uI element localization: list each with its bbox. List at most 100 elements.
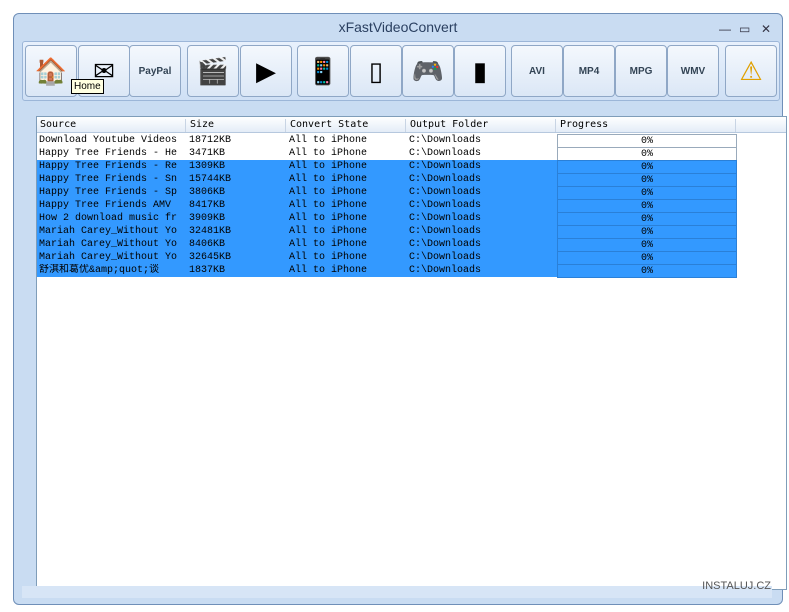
progress-bar: 0% — [557, 212, 737, 226]
cell-folder: C:\Downloads — [409, 213, 482, 224]
cell-source: Mariah Carey_Without Yo — [39, 239, 178, 250]
toolbar: 🏠 ✉ PayPal 🎬 ▶ 📱 ▯ 🎮 ▮ AVI MP4 MPG WMV ⚠ — [22, 41, 780, 101]
table-row[interactable]: Happy Tree Friends - Sp 3806KB All to iPho… — [37, 186, 737, 200]
cell-folder: C:\Downloads — [409, 174, 482, 185]
cell-source: Download Youtube Videos — [39, 135, 178, 146]
cell-state: All to iPhone — [289, 200, 368, 211]
zune-icon: ▮ — [472, 55, 488, 86]
progress-bar: 0% — [557, 251, 737, 265]
cell-size: 3806KB — [189, 187, 226, 198]
column-header-output-folder[interactable]: Output Folder — [407, 119, 556, 132]
column-header-convert-state[interactable]: Convert State — [287, 119, 406, 132]
cell-folder: C:\Downloads — [409, 135, 482, 146]
add-video-icon: 🎬 — [196, 55, 230, 86]
table-row[interactable]: Happy Tree Friends AMV 8417KB All to iPhon… — [37, 199, 737, 213]
window-title: xFastVideoConvert — [338, 19, 458, 35]
cell-size: 32481KB — [189, 226, 232, 237]
cell-size: 32645KB — [189, 252, 232, 263]
progress-bar: 0% — [557, 264, 737, 278]
progress-bar: 0% — [557, 160, 737, 174]
progress-bar: 0% — [557, 147, 737, 161]
convert-button[interactable]: ▶ — [240, 45, 292, 97]
cell-state: All to iPhone — [289, 148, 368, 159]
table-row[interactable]: Happy Tree Friends - Sn 15744KB All to iPh… — [37, 173, 737, 187]
cell-size: 15744KB — [189, 174, 232, 185]
warning-icon: ⚠ — [739, 55, 763, 86]
cell-source: Happy Tree Friends AMV — [39, 200, 172, 211]
cell-source: Mariah Carey_Without Yo — [39, 252, 178, 263]
paypal-button[interactable]: PayPal — [129, 45, 181, 97]
convert-icon: ▶ — [256, 55, 276, 86]
cell-folder: C:\Downloads — [409, 226, 482, 237]
maximize-button[interactable]: ▭ — [739, 22, 750, 36]
cell-state: All to iPhone — [289, 239, 368, 250]
wmv-button[interactable]: WMV — [667, 45, 719, 97]
list-header: Source Size Convert State Output Folder … — [37, 117, 786, 133]
cell-folder: C:\Downloads — [409, 187, 482, 198]
table-row[interactable]: Happy Tree Friends - He 3471KB All to iPho… — [37, 147, 737, 161]
psp-icon: 🎮 — [411, 55, 445, 86]
progress-bar: 0% — [557, 225, 737, 239]
watermark: INSTALUJ.CZ — [702, 580, 771, 592]
cell-state: All to iPhone — [289, 187, 368, 198]
add-video-button[interactable]: 🎬 — [187, 45, 239, 97]
ipod-button[interactable]: ▯ — [350, 45, 402, 97]
progress-bar: 0% — [557, 199, 737, 213]
close-button[interactable]: ✕ — [761, 22, 771, 36]
psp-button[interactable]: 🎮 — [402, 45, 454, 97]
iphone-button[interactable]: 📱 — [297, 45, 349, 97]
cell-folder: C:\Downloads — [409, 265, 482, 276]
cell-size: 8417KB — [189, 200, 226, 211]
table-row[interactable]: How 2 download music fr 3909KB All to iPho… — [37, 212, 737, 226]
column-header-progress[interactable]: Progress — [557, 119, 736, 132]
cell-source: Happy Tree Friends - Sn — [39, 174, 178, 185]
mp4-button[interactable]: MP4 — [563, 45, 615, 97]
progress-bar: 0% — [557, 238, 737, 252]
cell-state: All to iPhone — [289, 213, 368, 224]
ipod-icon: ▯ — [368, 55, 384, 86]
iphone-icon: 📱 — [306, 55, 340, 86]
cell-source: Mariah Carey_Without Yo — [39, 226, 178, 237]
mpg-icon: MPG — [629, 65, 653, 77]
paypal-icon: PayPal — [138, 65, 172, 77]
mp4-icon: MP4 — [578, 65, 600, 77]
avi-button[interactable]: AVI — [511, 45, 563, 97]
status-bar — [22, 586, 772, 598]
minimize-button[interactable]: — — [719, 22, 731, 36]
tooltip: Home — [71, 79, 104, 94]
table-row[interactable]: Happy Tree Friends - Re 1309KB All to iPho… — [37, 160, 737, 174]
cell-size: 18712KB — [189, 135, 232, 146]
column-header-size[interactable]: Size — [187, 119, 286, 132]
cell-size: 3909KB — [189, 213, 226, 224]
cell-state: All to iPhone — [289, 265, 368, 276]
table-row[interactable]: Mariah Carey_Without Yo 32645KB All to iPh… — [37, 251, 737, 265]
progress-bar: 0% — [557, 173, 737, 187]
home-button[interactable]: 🏠 — [25, 45, 77, 97]
avi-icon: AVI — [529, 65, 545, 77]
file-list[interactable]: Source Size Convert State Output Folder … — [36, 116, 787, 590]
table-row[interactable]: Mariah Carey_Without Yo 32481KB All to iPh… — [37, 225, 737, 239]
cell-folder: C:\Downloads — [409, 200, 482, 211]
zune-button[interactable]: ▮ — [454, 45, 506, 97]
warning-button[interactable]: ⚠ — [725, 45, 777, 97]
home-icon: 🏠 — [34, 55, 68, 86]
cell-folder: C:\Downloads — [409, 148, 482, 159]
cell-state: All to iPhone — [289, 161, 368, 172]
cell-size: 1309KB — [189, 161, 226, 172]
mpg-button[interactable]: MPG — [615, 45, 667, 97]
table-row[interactable]: 舒淇和葛优&amp;quot;谈 1837KB All to iPhone C:\Do… — [37, 264, 737, 278]
cell-source: Happy Tree Friends - He — [39, 148, 178, 159]
cell-source: How 2 download music fr — [39, 213, 178, 224]
column-header-source[interactable]: Source — [37, 119, 186, 132]
cell-source: Happy Tree Friends - Sp — [39, 187, 178, 198]
cell-folder: C:\Downloads — [409, 239, 482, 250]
cell-source: 舒淇和葛优&amp;quot;谈 — [39, 265, 160, 276]
cell-state: All to iPhone — [289, 226, 368, 237]
cell-state: All to iPhone — [289, 135, 368, 146]
cell-size: 3471KB — [189, 148, 226, 159]
main-window: xFastVideoConvert — ▭ ✕ 🏠 ✉ PayPal 🎬 ▶ 📱 ▯ 🎮 ▮ AV… — [13, 13, 787, 605]
progress-bar: 0% — [557, 134, 737, 148]
table-row[interactable]: Mariah Carey_Without Yo 8406KB All to iPho… — [37, 238, 737, 252]
table-row[interactable]: Download Youtube Videos 18712KB All to iPh… — [37, 134, 737, 148]
progress-bar: 0% — [557, 186, 737, 200]
